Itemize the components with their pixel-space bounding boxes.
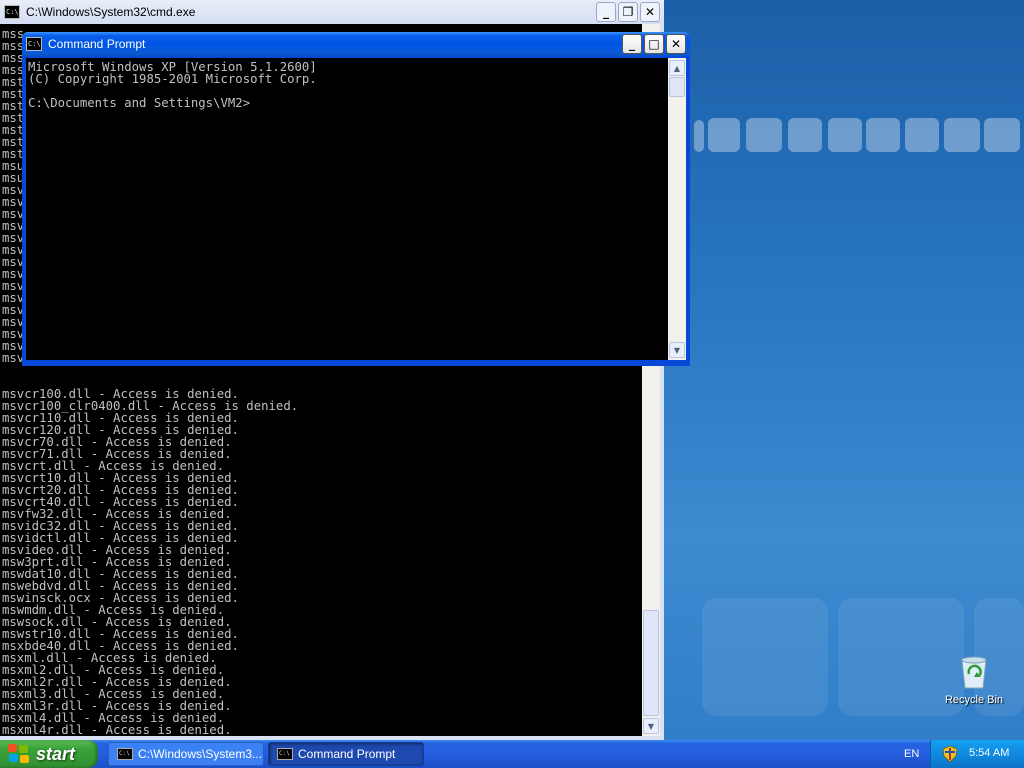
window-title: Command Prompt bbox=[48, 37, 146, 51]
console-lines: Microsoft Windows XP [Version 5.1.2600](… bbox=[28, 61, 317, 109]
decor-tile bbox=[746, 118, 782, 152]
start-button[interactable]: start bbox=[0, 740, 98, 768]
console-line: C:\Documents and Settings\VM2> bbox=[28, 96, 251, 110]
start-label: start bbox=[36, 743, 76, 764]
console-prefix-column: mss mss mss mss mst mst mst mst mst mst mst msu msu m… bbox=[2, 28, 24, 364]
security-shield-icon[interactable] bbox=[942, 745, 958, 763]
taskbar: start C:\ C:\Windows\System3... C:\ Comm… bbox=[0, 740, 1024, 768]
recycle-bin-icon bbox=[958, 654, 990, 690]
decor-tile bbox=[866, 118, 900, 152]
minimize-button[interactable]: _ bbox=[622, 34, 642, 54]
system-tray: 5:54 AM bbox=[930, 740, 1024, 768]
decor-tile bbox=[788, 118, 822, 152]
console-line: (C) Copyright 1985-2001 Microsoft Corp. bbox=[28, 72, 317, 86]
cmd-icon: C:\ bbox=[4, 5, 20, 19]
decor-tile bbox=[708, 118, 740, 152]
decor-tile bbox=[984, 118, 1020, 152]
titlebar[interactable]: C:\ C:\Windows\System32\cmd.exe _ ❐ ✕ bbox=[0, 0, 664, 24]
console-line: msv bbox=[2, 351, 25, 365]
decor-tile bbox=[694, 120, 704, 152]
language-indicator[interactable]: EN bbox=[904, 748, 919, 760]
taskbar-button-label: C:\Windows\System3... bbox=[138, 747, 263, 761]
restore-button[interactable]: ❐ bbox=[618, 2, 638, 22]
scroll-down-button[interactable]: ▼ bbox=[669, 342, 685, 358]
windows-logo-icon bbox=[8, 744, 30, 764]
vertical-scrollbar[interactable]: ▲ ▼ bbox=[668, 58, 686, 360]
cmd-icon: C:\ bbox=[277, 748, 293, 760]
cmd-icon: C:\ bbox=[26, 37, 42, 51]
decor-tile bbox=[944, 118, 980, 152]
scroll-up-button[interactable]: ▲ bbox=[669, 60, 685, 76]
titlebar[interactable]: C:\ Command Prompt _ □ ✕ bbox=[22, 32, 690, 56]
close-button[interactable]: ✕ bbox=[666, 34, 686, 54]
scrollbar-thumb[interactable] bbox=[669, 77, 685, 97]
recycle-bin-label: Recycle Bin bbox=[944, 694, 1004, 706]
close-button[interactable]: ✕ bbox=[640, 2, 660, 22]
taskbar-button-label: Command Prompt bbox=[298, 747, 396, 761]
decor-panel bbox=[702, 598, 828, 716]
recycle-bin[interactable]: Recycle Bin bbox=[940, 654, 1008, 706]
taskbar-button-cmd-exe[interactable]: C:\ C:\Windows\System3... bbox=[108, 742, 264, 766]
console-lines: msvcr100.dll - Access is denied. msvcr100… bbox=[2, 388, 298, 736]
cmd-window-front[interactable]: C:\ Command Prompt _ □ ✕ Microsoft Windo… bbox=[22, 32, 690, 366]
cmd-icon: C:\ bbox=[117, 748, 133, 760]
console-output[interactable]: Microsoft Windows XP [Version 5.1.2600](… bbox=[26, 58, 668, 360]
clock[interactable]: 5:54 AM bbox=[969, 747, 1009, 759]
decor-tile bbox=[905, 118, 939, 152]
maximize-button[interactable]: □ bbox=[644, 34, 664, 54]
window-title: C:\Windows\System32\cmd.exe bbox=[26, 5, 196, 19]
scrollbar-thumb[interactable] bbox=[643, 610, 659, 716]
taskbar-button-command-prompt[interactable]: C:\ Command Prompt bbox=[268, 742, 424, 766]
scroll-down-button[interactable]: ▼ bbox=[643, 718, 659, 734]
minimize-button[interactable]: _ bbox=[596, 2, 616, 22]
decor-tile bbox=[828, 118, 862, 152]
